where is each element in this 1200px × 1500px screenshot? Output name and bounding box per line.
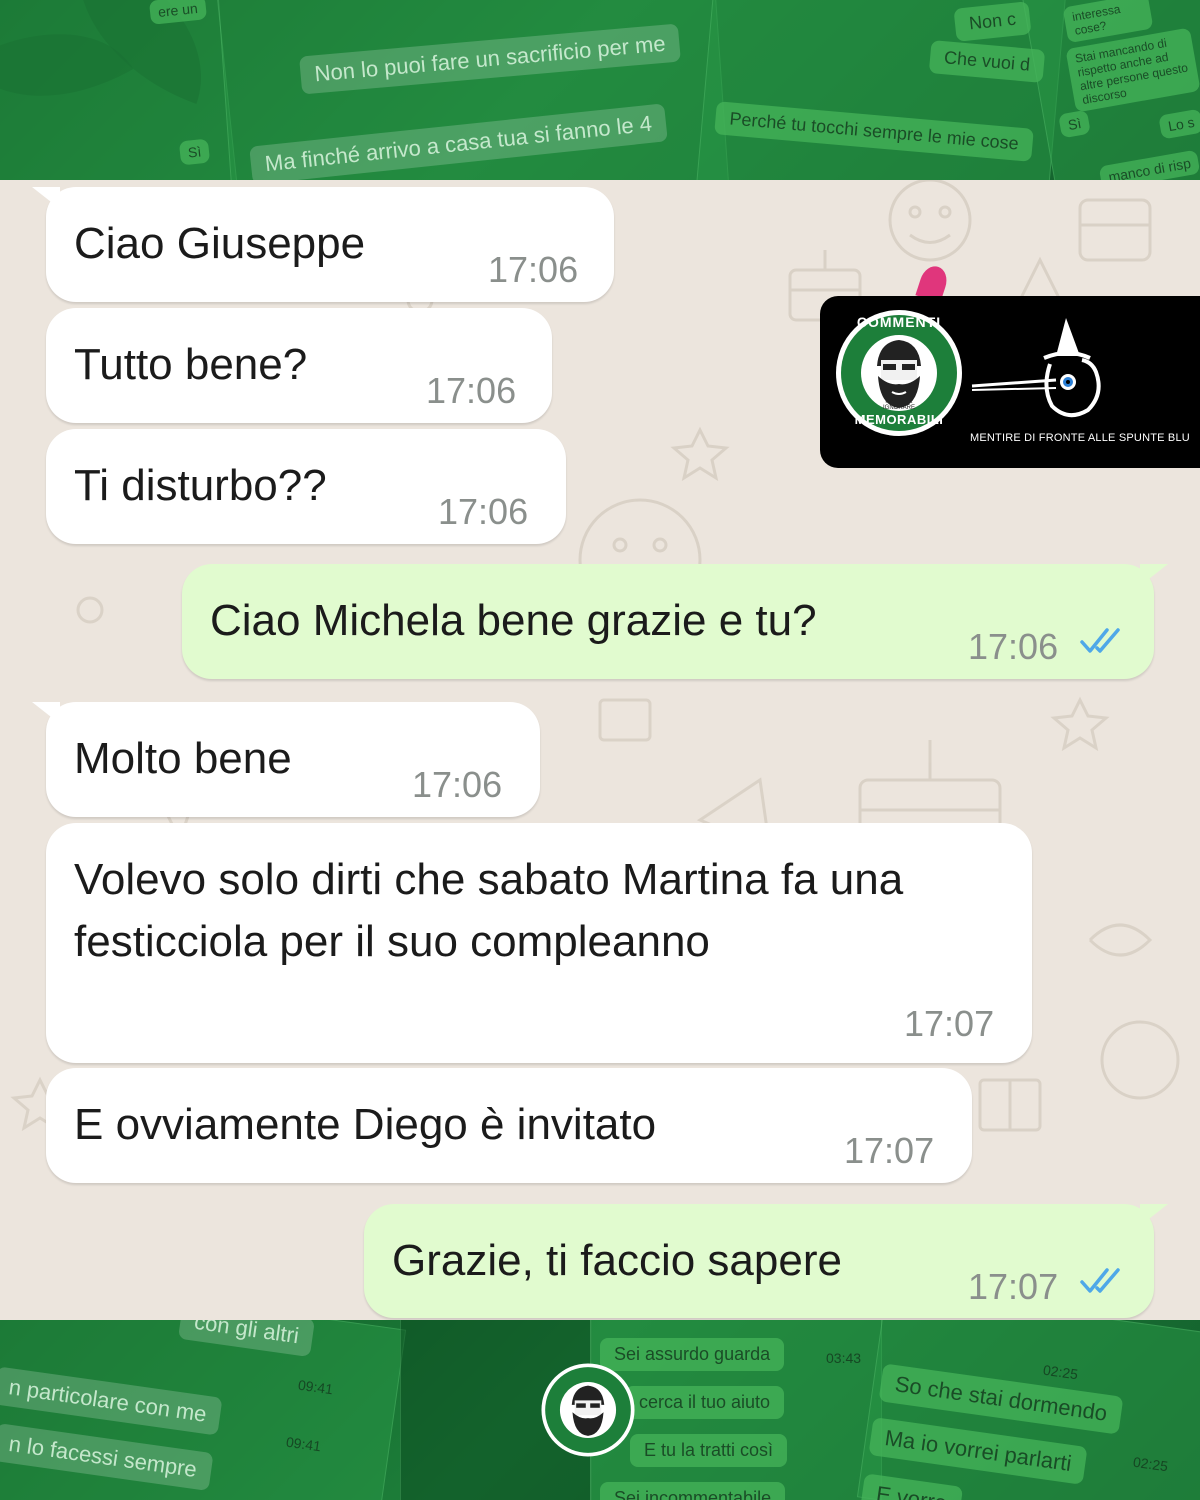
message-text: Ciao Giuseppe xyxy=(74,219,366,268)
brand-caption: MENTIRE DI FRONTE ALLE SPUNTE BLU xyxy=(970,432,1190,444)
bottom-collage: con gli altri n particolare con me n lo … xyxy=(0,1320,1200,1500)
collage-message: E tu la tratti così xyxy=(630,1434,788,1467)
brand-overlay: COMMENTI MEMORABILI NATI PER IGNORARE ME… xyxy=(820,296,1200,468)
double-check-icon xyxy=(1080,628,1120,653)
message-time: 17:06 xyxy=(438,491,529,532)
commenti-memorabili-logo xyxy=(541,1363,635,1457)
message-text: Grazie, ti faccio sapere xyxy=(392,1236,842,1285)
message-incoming[interactable]: Volevo solo dirti che sabato Martina fa … xyxy=(46,823,1032,1063)
logo-bottom-text: MEMORABILI xyxy=(854,412,944,427)
collage-time: 03:43 xyxy=(826,1350,862,1366)
double-check-icon xyxy=(1080,1268,1120,1293)
bubble-tail xyxy=(1140,1204,1168,1226)
message-incoming[interactable]: Tutto bene? 17:06 xyxy=(46,308,552,423)
message-time: 17:06 xyxy=(488,249,579,290)
bubble-tail xyxy=(32,187,60,209)
message-text: Ciao Michela bene grazie e tu? xyxy=(210,596,817,645)
message-time: 17:06 xyxy=(412,764,503,805)
message-incoming[interactable]: Ti disturbo?? 17:06 xyxy=(46,429,566,544)
message-time: 17:07 xyxy=(904,1003,995,1044)
message-text: Volevo solo dirti che sabato Martina fa … xyxy=(74,855,904,966)
top-collage: Non lo puoi fare un sacrificio per me Ma… xyxy=(0,0,1200,180)
bubble-tail xyxy=(32,702,60,724)
collage-message: Sei incommentabile xyxy=(600,1482,786,1500)
message-text: Ti disturbo?? xyxy=(74,461,327,510)
pinocchio-nose-icon xyxy=(971,318,1101,418)
collage-message: cerca il tuo aiuto xyxy=(625,1386,785,1419)
bubble-tail xyxy=(1140,564,1168,586)
message-outgoing[interactable]: Grazie, ti faccio sapere 17:07 xyxy=(364,1204,1168,1318)
collage-message: Sì xyxy=(178,138,211,166)
message-time: 17:06 xyxy=(968,626,1059,667)
message-time: 17:06 xyxy=(426,370,517,411)
message-text: Molto bene xyxy=(74,734,292,783)
message-incoming[interactable]: Molto bene 17:06 xyxy=(32,702,540,817)
message-incoming[interactable]: E ovviamente Diego è invitato 17:07 xyxy=(46,1068,972,1183)
message-time: 17:07 xyxy=(968,1266,1059,1307)
logo-tagline: NATI PER IGNORARE xyxy=(882,399,915,411)
message-text: E ovviamente Diego è invitato xyxy=(74,1100,657,1149)
message-time: 17:07 xyxy=(844,1130,935,1171)
message-outgoing[interactable]: Ciao Michela bene grazie e tu? 17:06 xyxy=(182,564,1168,679)
message-incoming[interactable]: Ciao Giuseppe 17:06 xyxy=(32,187,614,302)
logo-top-text: COMMENTI xyxy=(856,314,942,330)
message-text: Tutto bene? xyxy=(74,340,308,389)
